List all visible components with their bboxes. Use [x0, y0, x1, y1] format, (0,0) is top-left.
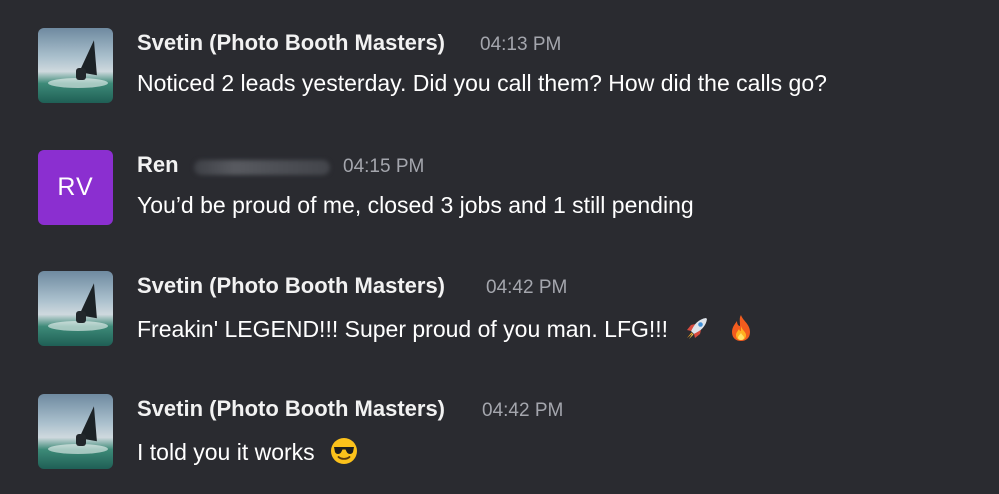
rocket-emoji: [682, 313, 712, 349]
fire-emoji: [727, 313, 755, 349]
message-timestamp: 04:15 PM: [343, 156, 425, 177]
user-avatar[interactable]: [38, 271, 113, 346]
message-text: I told you it works: [137, 439, 315, 466]
chat-message: Svetin (Photo Booth Masters) 04:42 PM I …: [38, 394, 978, 494]
message-timestamp: 04:42 PM: [486, 277, 568, 298]
avatar-initials: RV: [57, 173, 94, 201]
message-text: Freakin' LEGEND!!! Super proud of you ma…: [137, 316, 669, 343]
user-avatar[interactable]: RV: [38, 150, 113, 225]
author-name[interactable]: Svetin (Photo Booth Masters): [137, 273, 445, 299]
author-name[interactable]: Ren: [137, 152, 179, 178]
user-avatar[interactable]: [38, 28, 113, 103]
avatar-rider: [76, 68, 86, 80]
message-timestamp: 04:13 PM: [480, 34, 562, 55]
redacted-surname: [194, 160, 330, 175]
message-text-row: I told you it works: [137, 436, 359, 472]
message-text: Noticed 2 leads yesterday. Did you call …: [137, 70, 827, 96]
message-text-row: Freakin' LEGEND!!! Super proud of you ma…: [137, 313, 755, 349]
author-name[interactable]: Svetin (Photo Booth Masters): [137, 396, 445, 422]
sunglasses-emoji: [329, 436, 359, 472]
avatar-rider: [76, 311, 86, 323]
user-avatar[interactable]: [38, 394, 113, 469]
avatar-rider: [76, 434, 86, 446]
chat-message: Svetin (Photo Booth Masters) 04:13 PM No…: [38, 28, 978, 128]
chat-message: Svetin (Photo Booth Masters) 04:42 PM Fr…: [38, 271, 978, 371]
message-text: You’d be proud of me, closed 3 jobs and …: [137, 192, 694, 218]
author-name[interactable]: Svetin (Photo Booth Masters): [137, 30, 445, 56]
message-timestamp: 04:42 PM: [482, 400, 564, 421]
chat-message: RV Ren 04:15 PM You’d be proud of me, cl…: [38, 150, 978, 250]
